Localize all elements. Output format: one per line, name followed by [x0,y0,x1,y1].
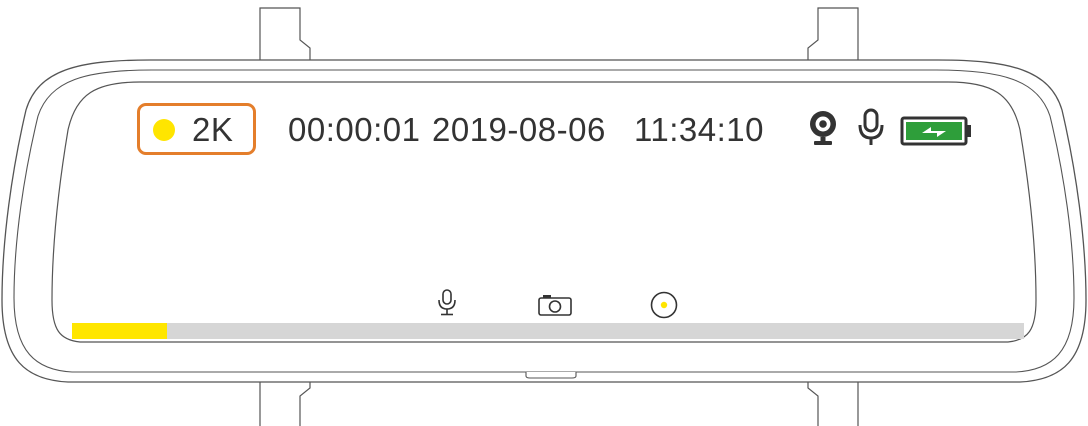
camera-icon [810,111,836,145]
microphone-icon [858,108,884,145]
resolution-label: 2K [192,111,234,148]
top-left-bracket [259,7,311,63]
microphone-icon[interactable] [437,288,457,318]
date-display: 2019-08-06 [432,111,606,148]
rearview-mirror-device [1,7,1087,426]
camera-snapshot-icon[interactable] [537,293,573,317]
recording-indicator-dot [153,119,175,141]
battery-charging-icon [900,116,971,146]
elapsed-time: 00:00:01 [288,111,421,148]
recording-progress-fill [72,323,168,339]
time-display: 11:34:10 [634,111,765,148]
bottom-notch [525,372,577,379]
top-right-bracket [807,7,859,63]
recording-progress-bar [72,323,1024,339]
record-icon[interactable] [649,290,679,320]
